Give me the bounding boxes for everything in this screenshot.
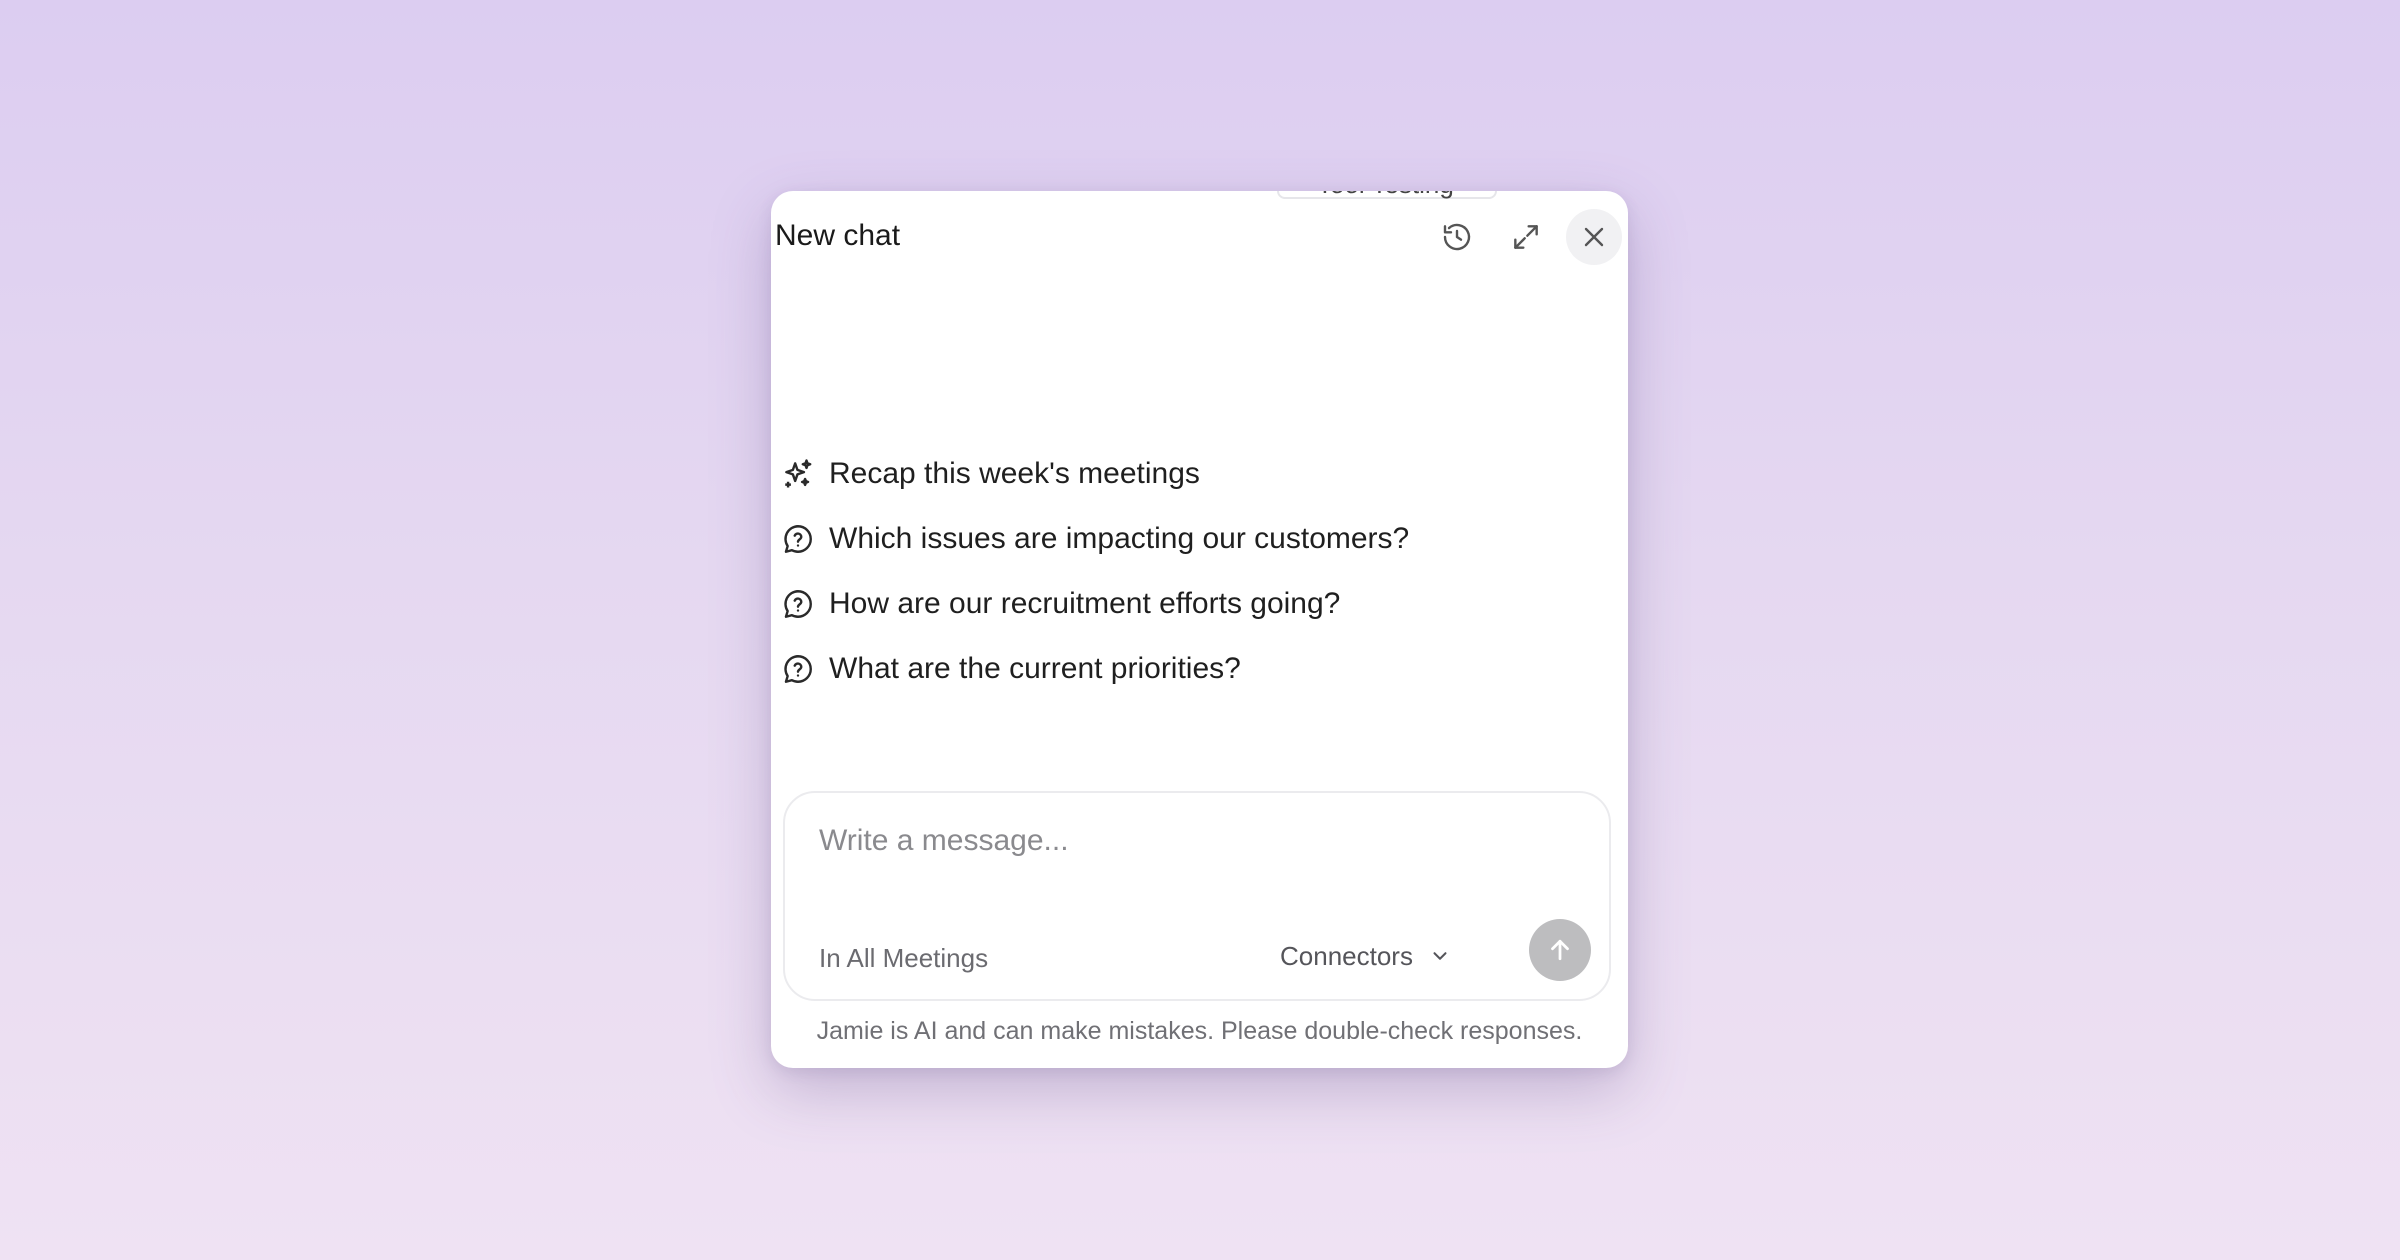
suggestion-text: Recap this week's meetings <box>829 456 1200 490</box>
suggestion-priorities[interactable]: What are the current priorities? <box>781 636 1601 701</box>
sparkles-icon <box>781 457 815 491</box>
close-button[interactable] <box>1566 209 1622 265</box>
message-input[interactable] <box>819 817 1579 865</box>
background-tab-label: Tool Testing <box>1317 191 1454 200</box>
suggestion-recruitment[interactable]: How are our recruitment efforts going? <box>781 571 1601 636</box>
question-bubble-icon <box>781 652 815 686</box>
suggestion-text: How are our recruitment efforts going? <box>829 586 1341 620</box>
connectors-label: Connectors <box>1280 940 1413 971</box>
expand-button[interactable] <box>1498 209 1554 265</box>
suggestion-text: Which issues are impacting our customers… <box>829 521 1410 555</box>
suggestion-recap-meetings[interactable]: Recap this week's meetings <box>781 441 1601 506</box>
chat-title: New chat <box>775 219 901 252</box>
message-composer: In All Meetings Connectors <box>783 791 1611 1001</box>
arrow-up-icon <box>1551 939 1569 961</box>
question-bubble-icon <box>781 587 815 621</box>
close-icon <box>1584 227 1604 247</box>
chat-header: New chat <box>771 209 1628 265</box>
send-button[interactable] <box>1529 919 1591 981</box>
scope-selector[interactable]: In All Meetings <box>819 943 988 974</box>
chat-panel: Tool Testing New chat <box>771 191 1628 1068</box>
history-button[interactable] <box>1429 209 1485 265</box>
question-bubble-icon <box>781 522 815 556</box>
suggestion-list: Recap this week's meetings Which issues … <box>781 441 1601 701</box>
chevron-down-icon <box>1433 952 1447 960</box>
expand-icon <box>1514 225 1538 249</box>
suggestion-customer-issues[interactable]: Which issues are impacting our customers… <box>781 506 1601 571</box>
connectors-dropdown[interactable]: Connectors <box>1280 933 1451 979</box>
ai-disclaimer: Jamie is AI and can make mistakes. Pleas… <box>816 1017 1583 1045</box>
suggestion-text: What are the current priorities? <box>829 651 1241 685</box>
background-tab-peek: Tool Testing <box>1277 191 1497 199</box>
history-icon <box>1443 223 1471 251</box>
